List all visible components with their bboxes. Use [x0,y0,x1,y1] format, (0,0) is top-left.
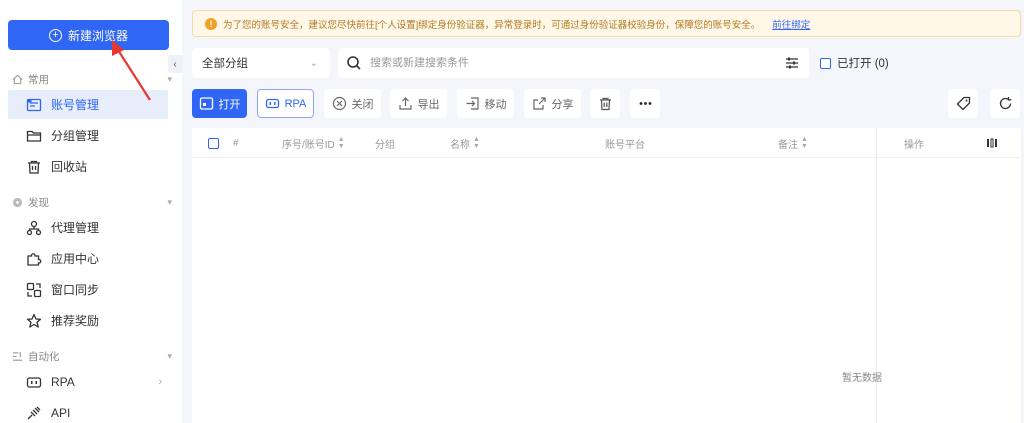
annotation-arrow [112,40,151,101]
